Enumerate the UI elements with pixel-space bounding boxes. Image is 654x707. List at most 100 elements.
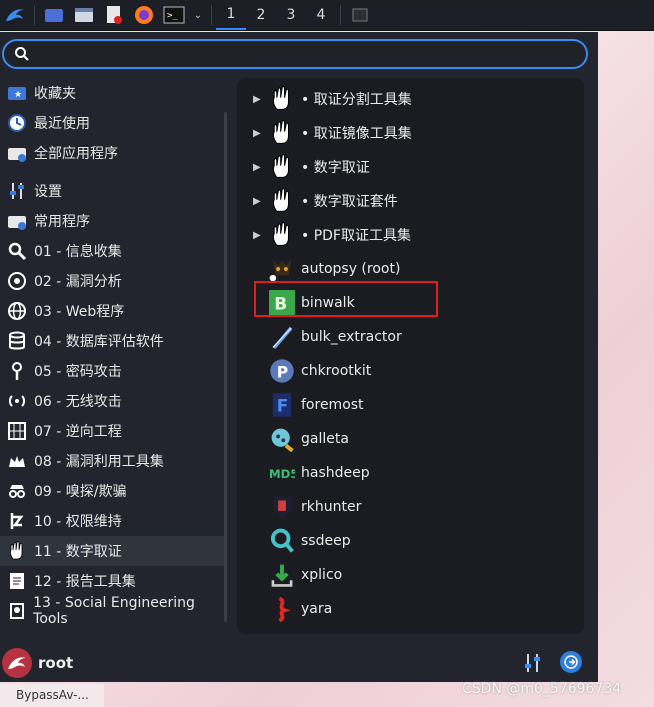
workspace-1[interactable]: 1	[216, 0, 246, 30]
app-item[interactable]: Pchkrootkit	[237, 354, 584, 388]
app-item[interactable]: yara	[237, 592, 584, 626]
hand-icon	[267, 118, 297, 148]
category-item[interactable]: 13 - Social Engineering Tools	[0, 595, 226, 627]
category-item[interactable]: 11 - 数字取证	[0, 536, 226, 566]
taskbar-separator	[340, 5, 341, 25]
username: root	[38, 654, 74, 672]
app-label: chkrootkit	[301, 363, 372, 379]
category-item[interactable]: 07 - 逆向工程	[0, 416, 226, 446]
submenu-item[interactable]: ▶ • 取证镜像工具集	[237, 116, 584, 150]
kali-menu-icon[interactable]	[3, 3, 27, 27]
file-manager-icon[interactable]	[72, 3, 96, 27]
hand-icon	[267, 186, 297, 216]
chevron-down-icon[interactable]: ⌄	[192, 3, 204, 27]
category-item[interactable]: 05 - 密码攻击	[0, 356, 226, 386]
star-folder-icon: ★	[6, 82, 28, 104]
ssdeep-icon	[267, 526, 297, 556]
app-label: galleta	[301, 431, 349, 447]
terminal-icon[interactable]: >_	[162, 3, 186, 27]
app-item[interactable]: galleta	[237, 422, 584, 456]
category-label: 08 - 漏洞利用工具集	[34, 454, 164, 470]
app-list: ▶ • 取证分割工具集 ▶ • 取证镜像工具集 ▶ • 数字取证 ▶ • 数字取证套件 ▶ • P…	[237, 78, 584, 634]
category-item[interactable]: 02 - 漏洞分析	[0, 266, 226, 296]
category-item[interactable]: 常用程序	[0, 206, 226, 236]
logout-button[interactable]	[560, 651, 582, 673]
app-label: • PDF取证工具集	[301, 228, 411, 244]
foremost-icon: F	[267, 390, 297, 420]
folder-download-icon	[6, 210, 28, 232]
submenu-item[interactable]: ▶ • 数字取证	[237, 150, 584, 184]
category-label: 05 - 密码攻击	[34, 364, 122, 380]
bulk-extractor-icon	[267, 322, 297, 352]
app-label: • 取证镜像工具集	[301, 126, 412, 142]
svg-text:MD5: MD5	[269, 467, 295, 481]
category-item[interactable]: 06 - 无线攻击	[0, 386, 226, 416]
svg-text:>_: >_	[167, 11, 178, 21]
text-editor-icon[interactable]	[102, 3, 126, 27]
globe-icon	[6, 300, 28, 322]
highlight-box	[254, 281, 438, 317]
app-item[interactable]: Fforemost	[237, 388, 584, 422]
chevron-right-icon: ▶	[253, 161, 261, 173]
terminal-window-icon[interactable]	[348, 3, 372, 27]
category-item[interactable]: ★ 收藏夹	[0, 78, 226, 108]
svg-text:F: F	[277, 396, 289, 416]
category-label: 13 - Social Engineering Tools	[33, 595, 195, 627]
category-item[interactable]: 08 - 漏洞利用工具集	[0, 446, 226, 476]
hashdeep-icon: MD5	[267, 458, 297, 488]
hand-icon	[267, 220, 297, 250]
xplico-icon	[267, 560, 297, 590]
chevron-right-icon: ▶	[253, 127, 261, 139]
category-item[interactable]: 03 - Web程序	[0, 296, 226, 326]
search-box[interactable]	[2, 39, 588, 69]
database-icon	[6, 330, 28, 352]
app-item[interactable]: ssdeep	[237, 524, 584, 558]
chkrootkit-icon: P	[267, 356, 297, 386]
submenu-item[interactable]: ▶ • 取证分割工具集	[237, 82, 584, 116]
app-label: bulk_extractor	[301, 329, 402, 345]
workspace-2[interactable]: 2	[246, 0, 276, 30]
sliders-icon	[6, 180, 28, 202]
workspace-4[interactable]: 4	[306, 0, 336, 30]
category-item[interactable]: 设置	[0, 176, 226, 206]
category-label: 收藏夹	[34, 86, 76, 102]
app-label: • 取证分割工具集	[301, 92, 412, 108]
taskbar-window-button[interactable]: BypassAv-...	[0, 684, 104, 707]
app-item[interactable]: MD5 hashdeep	[237, 456, 584, 490]
firefox-icon[interactable]	[132, 3, 156, 27]
app-label: yara	[301, 601, 333, 617]
category-item[interactable]: 12 - 报告工具集	[0, 566, 226, 596]
category-item[interactable]: 10 - 权限维持	[0, 506, 226, 536]
document-icon	[6, 570, 28, 592]
category-item[interactable]: 01 - 信息收集	[0, 236, 226, 266]
category-item[interactable]: 04 - 数据库评估软件	[0, 326, 226, 356]
category-scrollbar[interactable]	[224, 112, 227, 622]
app-item[interactable]: xplico	[237, 558, 584, 592]
app-item[interactable]: rkhunter	[237, 490, 584, 524]
category-label: 01 - 信息收集	[34, 244, 122, 260]
social-icon	[6, 600, 27, 622]
category-label: 04 - 数据库评估软件	[34, 334, 164, 350]
category-label: 11 - 数字取证	[34, 544, 122, 560]
wireless-icon	[6, 390, 28, 412]
category-item[interactable]: 全部应用程序	[0, 138, 226, 168]
galleta-icon	[267, 424, 297, 454]
watermark: CSDN @m0_57696734	[462, 681, 622, 697]
show-desktop-icon[interactable]	[42, 3, 66, 27]
settings-button[interactable]	[522, 652, 544, 674]
avatar	[2, 648, 32, 678]
submenu-item[interactable]: ▶ • 数字取证套件	[237, 184, 584, 218]
category-label: 06 - 无线攻击	[34, 394, 122, 410]
svg-text:P: P	[277, 364, 288, 382]
app-label: xplico	[301, 567, 343, 583]
category-item[interactable]: 最近使用	[0, 108, 226, 138]
search-input[interactable]	[38, 44, 582, 66]
app-label: ssdeep	[301, 533, 351, 549]
workspace-3[interactable]: 3	[276, 0, 306, 30]
app-item[interactable]: bulk_extractor	[237, 320, 584, 354]
hand-icon	[6, 540, 28, 562]
app-label: autopsy (root)	[301, 261, 401, 277]
category-item[interactable]: 09 - 嗅探/欺骗	[0, 476, 226, 506]
submenu-item[interactable]: ▶ • PDF取证工具集	[237, 218, 584, 252]
app-label: rkhunter	[301, 499, 362, 515]
